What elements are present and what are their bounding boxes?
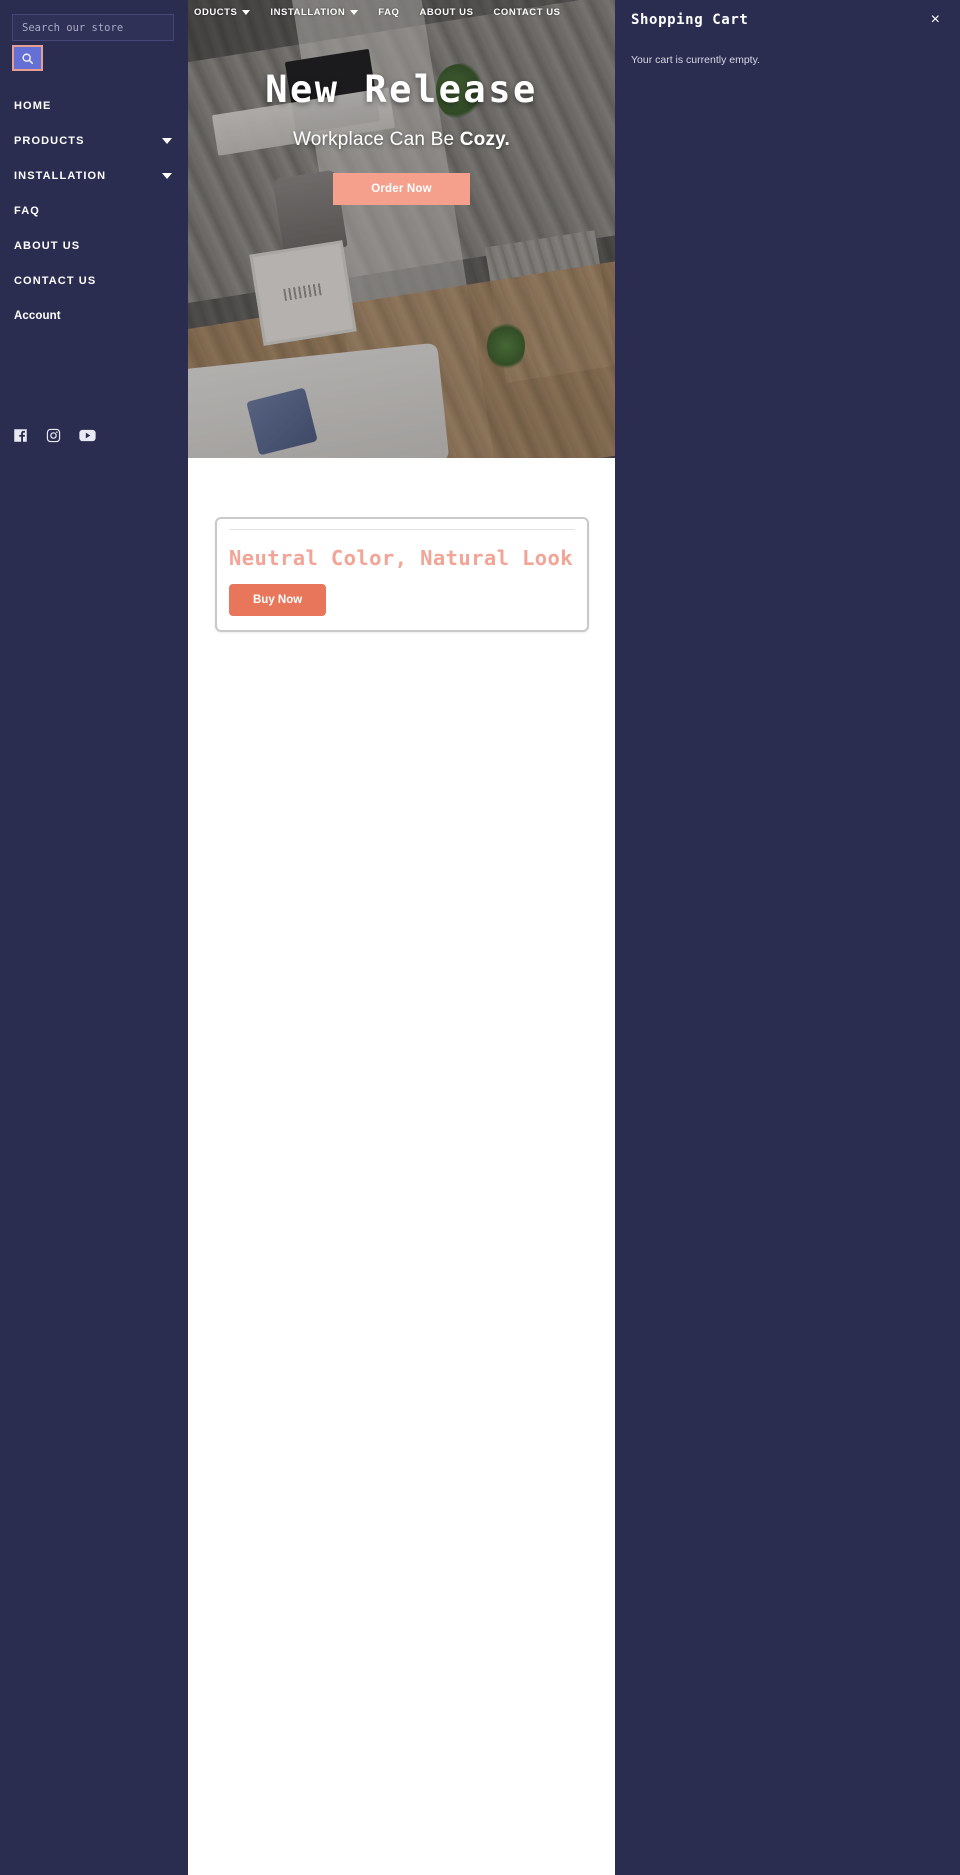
topnav-item-faq[interactable]: FAQ: [378, 7, 399, 18]
search-submit-button[interactable]: [12, 45, 43, 71]
chevron-down-icon: [242, 9, 251, 15]
buy-now-button[interactable]: Buy Now: [229, 584, 327, 616]
instagram-glyph: [46, 428, 61, 443]
sidebar-item-contact-us[interactable]: CONTACT US: [0, 263, 188, 298]
topnav-label-about-us: ABOUT US: [419, 6, 474, 18]
page-root: New Release Workplace Can Be Cozy. Order…: [0, 0, 960, 1875]
topnav-label-products: ODUCTS: [194, 6, 238, 18]
facebook-icon[interactable]: [13, 428, 28, 443]
top-navigation-bar: ODUCTS INSTALLATION FAQ ABOUT US CONTACT…: [188, 0, 615, 24]
card-divider: [229, 529, 575, 530]
topnav-label-installation: INSTALLATION: [270, 6, 346, 18]
sidebar-label-contact-us: CONTACT US: [14, 274, 97, 287]
youtube-icon[interactable]: [79, 428, 96, 443]
close-icon[interactable]: ×: [927, 10, 944, 30]
sidebar-label-faq: FAQ: [14, 204, 40, 217]
sidebar-item-faq[interactable]: FAQ: [0, 193, 188, 228]
cart-empty-message: Your cart is currently empty.: [631, 54, 760, 66]
hero-subtitle: Workplace Can Be Cozy.: [293, 129, 510, 151]
sidebar-item-installation[interactable]: INSTALLATION: [0, 158, 188, 193]
facebook-glyph: [14, 429, 27, 442]
sidebar-item-home[interactable]: HOME: [0, 88, 188, 123]
topnav-item-about-us[interactable]: ABOUT US: [419, 7, 473, 18]
topnav-item-contact-us[interactable]: CONTACT US: [493, 7, 560, 18]
sidebar-item-about-us[interactable]: ABOUT US: [0, 228, 188, 263]
cart-title: Shopping Cart: [631, 12, 749, 28]
topnav-item-products[interactable]: ODUCTS: [194, 6, 251, 18]
hero-subtitle-emphasis: Cozy.: [459, 129, 510, 150]
hero-banner: New Release Workplace Can Be Cozy. Order…: [188, 0, 615, 458]
shopping-cart-panel: Shopping Cart × Your cart is currently e…: [615, 0, 960, 1875]
product-card-title: Neutral Color, Natural Look: [229, 546, 574, 570]
topnav-item-installation[interactable]: INSTALLATION: [270, 6, 359, 18]
sidebar-navigation: HOME PRODUCTS INSTALLATION FAQ ABOUT US …: [0, 88, 188, 333]
hero-title: New Release: [265, 68, 538, 111]
sidebar-label-installation: INSTALLATION: [14, 169, 107, 182]
search-input[interactable]: [12, 14, 174, 41]
instagram-icon[interactable]: [46, 428, 61, 443]
main-content-column: New Release Workplace Can Be Cozy. Order…: [188, 0, 615, 1875]
search-icon: [22, 53, 34, 64]
chevron-down-icon[interactable]: [162, 172, 172, 179]
youtube-glyph: [79, 429, 96, 442]
sidebar-item-products[interactable]: PRODUCTS: [0, 123, 188, 158]
topnav-label-contact-us: CONTACT US: [493, 6, 561, 18]
sidebar-item-account[interactable]: Account: [0, 298, 188, 333]
search-area: [12, 14, 174, 71]
sidebar-label-account: Account: [14, 309, 61, 322]
chevron-down-icon: [350, 9, 359, 15]
chevron-down-icon[interactable]: [162, 137, 172, 144]
product-card-section: Neutral Color, Natural Look Buy Now: [215, 517, 589, 632]
hero-content: New Release Workplace Can Be Cozy. Order…: [188, 0, 615, 458]
cart-header: Shopping Cart ×: [615, 0, 960, 30]
social-links: [13, 428, 96, 443]
hero-subtitle-plain: Workplace Can Be: [292, 129, 460, 150]
sidebar-label-home: HOME: [14, 99, 52, 112]
product-card: Neutral Color, Natural Look Buy Now: [215, 517, 589, 632]
order-now-button[interactable]: Order Now: [333, 173, 470, 205]
topnav-label-faq: FAQ: [378, 6, 400, 18]
sidebar-label-about-us: ABOUT US: [14, 239, 81, 252]
sidebar-label-products: PRODUCTS: [14, 134, 85, 147]
left-sidebar: HOME PRODUCTS INSTALLATION FAQ ABOUT US …: [0, 0, 188, 1875]
